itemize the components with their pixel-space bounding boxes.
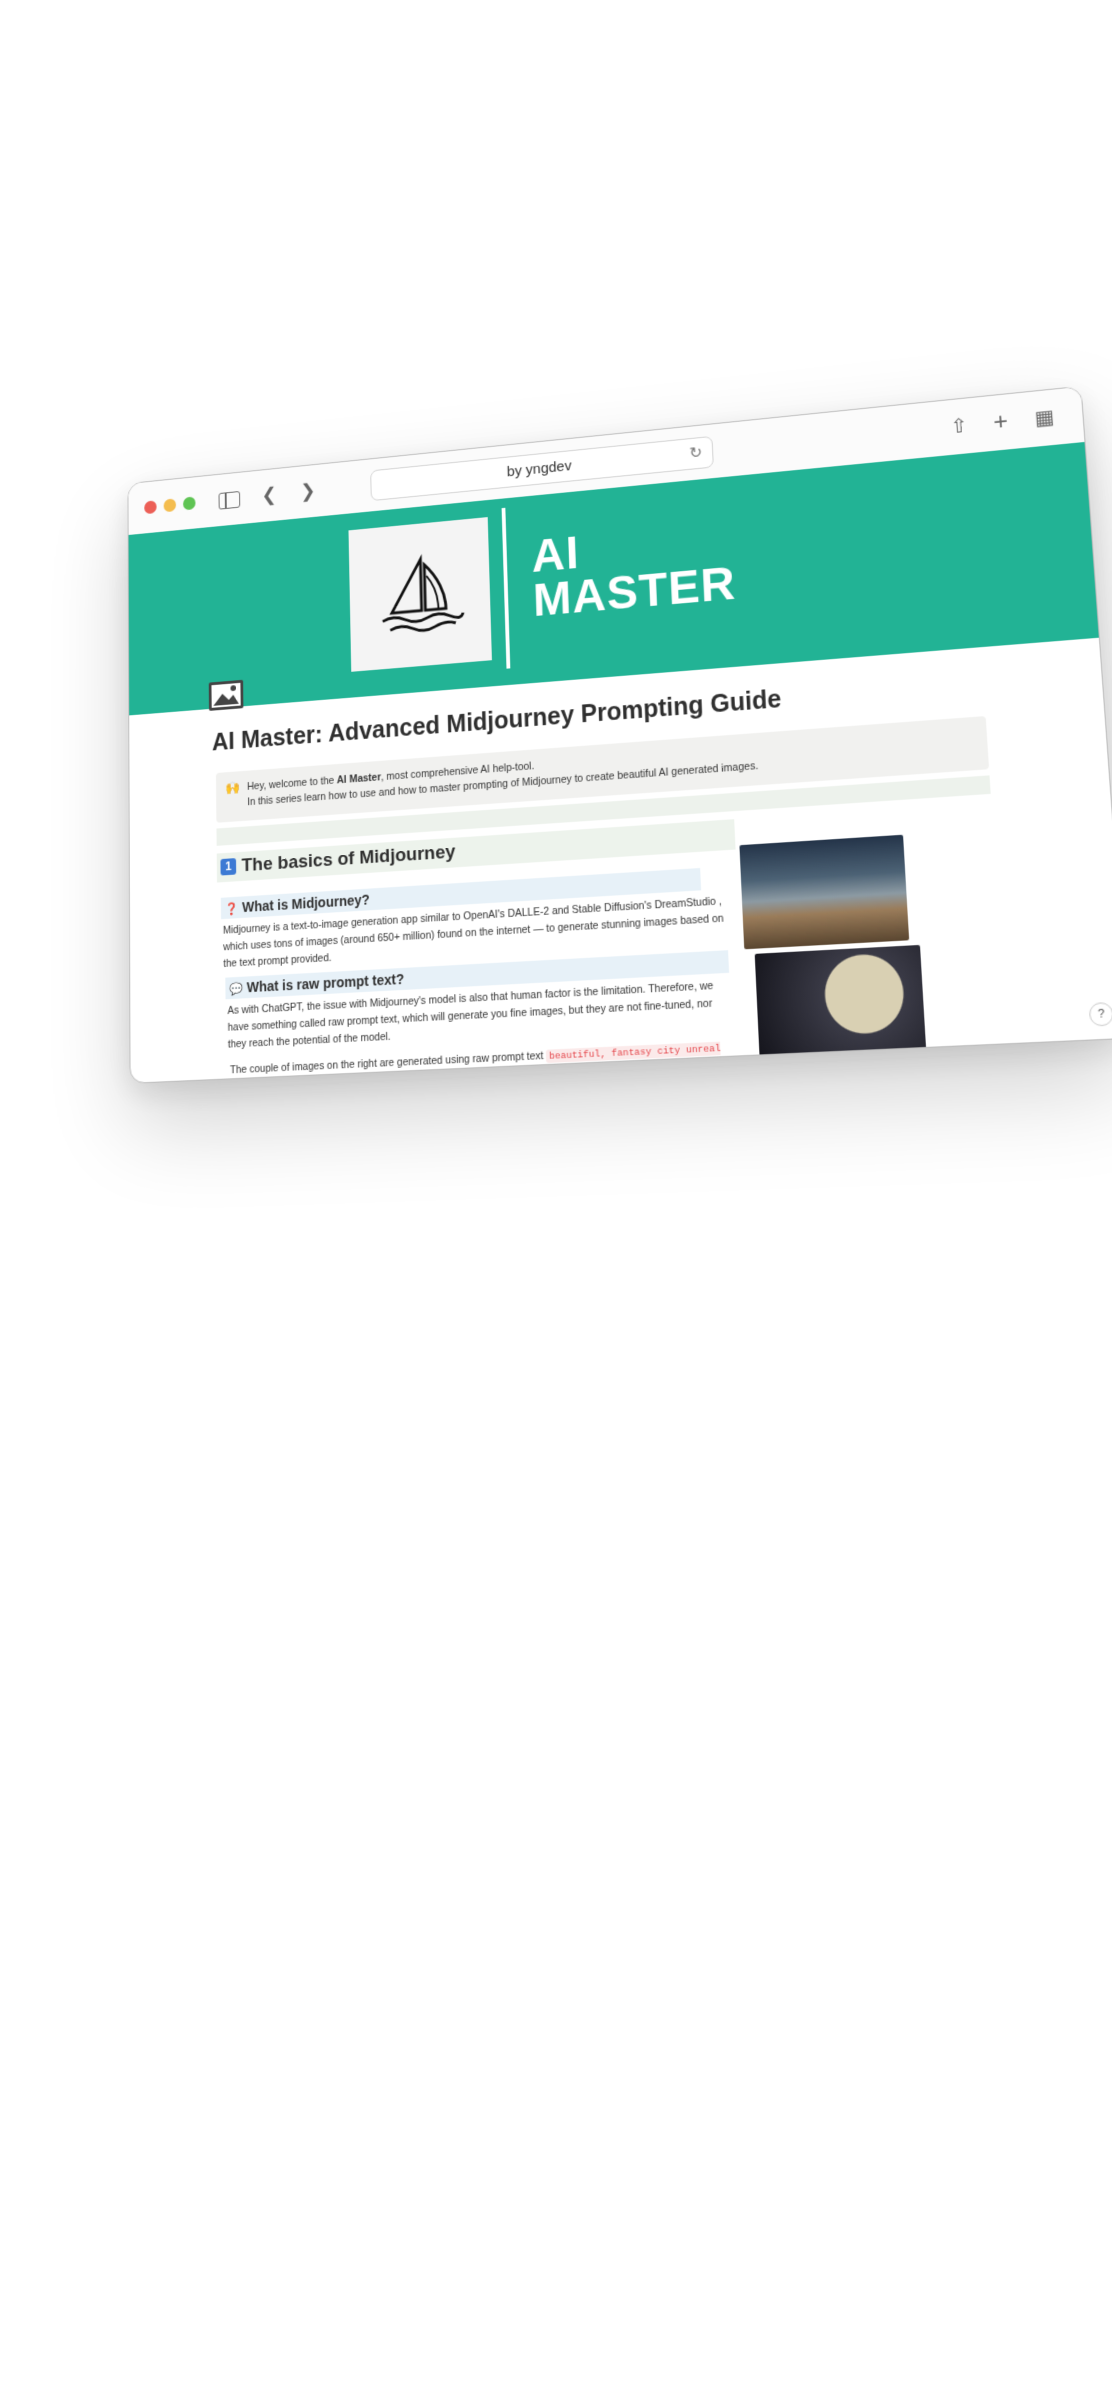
page-content: AI Master: Advanced Midjourney Prompting… (129, 638, 1112, 1084)
fantasy-city-image[interactable] (739, 834, 910, 950)
tab-overview-icon[interactable]: ▦ (1034, 404, 1055, 432)
back-icon[interactable]: ❮ (261, 483, 276, 508)
close-window-button[interactable] (144, 500, 157, 515)
sailboat-icon (372, 548, 467, 642)
midjourney-logo (348, 517, 492, 672)
forward-icon[interactable]: ❯ (300, 479, 316, 505)
banner-divider (501, 507, 511, 669)
zoom-window-button[interactable] (183, 496, 196, 511)
reload-icon[interactable]: ↻ (689, 438, 703, 469)
banner-title: AI MASTER (530, 527, 738, 627)
url-text: by yngdev (506, 457, 572, 481)
share-icon[interactable]: ⇧ (950, 413, 969, 440)
new-tab-icon[interactable]: + (993, 408, 1009, 436)
cowboy-moon-image[interactable] (754, 944, 927, 1069)
question-icon: ❓ (224, 901, 239, 917)
sidebar-icon[interactable] (218, 490, 241, 510)
number-one-icon: 1 (220, 858, 237, 876)
minimize-window-button[interactable] (163, 498, 177, 513)
browser-stage: ❮ ❯ by yngdev ↻ ⇧ + ▦ AI MASTER AI Maste… (127, 385, 1112, 1084)
raised-hands-icon: 🙌 (225, 779, 241, 796)
browser-window: ❮ ❯ by yngdev ↻ ⇧ + ▦ AI MASTER AI Maste… (127, 385, 1112, 1084)
speech-bubble-icon: 💬 (229, 981, 244, 997)
